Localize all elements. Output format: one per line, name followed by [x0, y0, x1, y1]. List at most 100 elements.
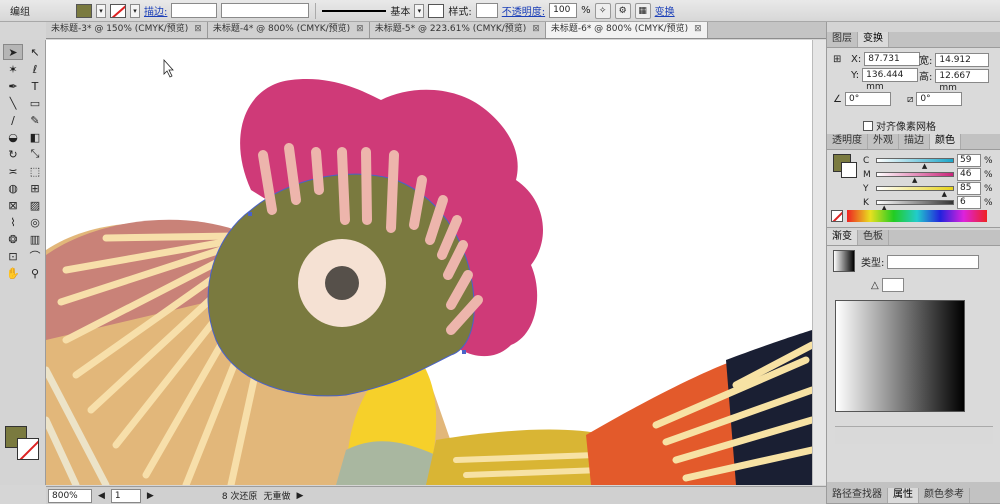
column-graph-tool-icon[interactable]: ▥: [25, 231, 45, 247]
none-color-icon[interactable]: [831, 210, 843, 222]
zoom-field[interactable]: 800%: [48, 488, 92, 503]
gear-icon[interactable]: ⚙: [614, 2, 631, 19]
graphic-style-swatch[interactable]: [428, 3, 445, 18]
opacity-input[interactable]: 100: [549, 3, 578, 18]
transform-link[interactable]: 变换: [655, 3, 675, 18]
stroke-none-swatch[interactable]: [110, 3, 126, 18]
gradient-preview[interactable]: [835, 300, 965, 412]
stroke-color-box[interactable]: [17, 438, 39, 460]
gradient-type-select[interactable]: [887, 254, 980, 269]
doc-tab-6[interactable]: 未标题-6* @ 800% (CMYK/预览) ⊠: [545, 22, 708, 38]
tab-color[interactable]: 颜色: [930, 134, 961, 149]
opacity-link[interactable]: 不透明度:: [502, 3, 545, 18]
close-icon[interactable]: ⊠: [356, 22, 364, 38]
slice-tool-icon[interactable]: ⌒: [25, 248, 45, 264]
rectangle-tool-icon[interactable]: ▭: [25, 95, 45, 111]
channel-slider[interactable]: ▲: [876, 200, 954, 212]
scale-tool-icon[interactable]: ⤡: [25, 146, 45, 162]
nav-next-icon[interactable]: ▶: [147, 491, 154, 501]
artboard-canvas[interactable]: [46, 40, 812, 485]
doc-tab-4[interactable]: 未标题-4* @ 800% (CMYK/预览) ⊠: [207, 22, 370, 38]
brush-label[interactable]: 基本: [390, 3, 410, 18]
free-transform-tool-icon[interactable]: ⬚: [25, 163, 45, 179]
channel-slider[interactable]: ▲: [876, 186, 954, 198]
paintbrush-tool-icon[interactable]: ∕: [3, 112, 23, 128]
page-field[interactable]: 1: [110, 488, 141, 503]
fill-color-swatch[interactable]: [76, 3, 92, 18]
width-input[interactable]: 14.912 mm: [935, 52, 990, 77]
rotate-tool-icon[interactable]: ↻: [3, 146, 23, 162]
tab-stroke[interactable]: 描边: [899, 134, 930, 149]
artboard-tool-icon[interactable]: ⊡: [3, 248, 23, 264]
y-input[interactable]: 136.444 mm: [862, 68, 919, 92]
tab-transform[interactable]: 变换: [858, 32, 889, 47]
close-icon[interactable]: ⊠: [194, 22, 202, 38]
line-tool-icon[interactable]: ╲: [3, 95, 23, 111]
shape-builder-tool-icon[interactable]: ◍: [3, 180, 23, 196]
mesh-tool-icon[interactable]: ⊠: [3, 197, 23, 213]
height-input[interactable]: 12.667 mm: [935, 68, 990, 93]
direct-selection-tool-icon[interactable]: ↖: [25, 44, 45, 60]
tab-transparency[interactable]: 透明度: [827, 134, 868, 149]
vertical-scrollbar[interactable]: [812, 40, 826, 485]
gradient-slider[interactable]: [835, 426, 993, 444]
channel-value[interactable]: 85: [957, 182, 981, 195]
selection-tool-icon[interactable]: ➤: [3, 44, 23, 60]
perspective-grid-tool-icon[interactable]: ⊞: [25, 180, 45, 196]
tab-gradient[interactable]: 渐变: [827, 230, 858, 245]
channel-value[interactable]: 46: [957, 168, 981, 181]
type-tool-icon[interactable]: T: [25, 78, 45, 94]
angle-input[interactable]: 0°: [844, 92, 891, 106]
brush-preview[interactable]: [322, 9, 387, 12]
doc-tab-5[interactable]: 未标题-5* @ 223.61% (CMYK/预览) ⊠: [369, 22, 546, 38]
align-pixel-checkbox[interactable]: [863, 120, 873, 131]
gradient-thumbnail[interactable]: [833, 250, 855, 272]
align-icon[interactable]: ▦: [634, 2, 651, 19]
close-icon[interactable]: ⊠: [694, 22, 702, 38]
lasso-tool-icon[interactable]: ℓ: [25, 61, 45, 77]
recolor-icon[interactable]: ✧: [594, 2, 611, 19]
gradient-angle-input[interactable]: [881, 278, 904, 292]
stroke-dropdown[interactable]: ▾: [130, 3, 140, 18]
doc-tab-3[interactable]: 未标题-3* @ 150% (CMYK/预览) ⊠: [46, 22, 208, 38]
brush-dropdown[interactable]: ▾: [414, 3, 425, 18]
tab-pathfinder[interactable]: 路径查找器: [827, 488, 888, 503]
tab-attributes[interactable]: 属性: [888, 488, 919, 503]
eraser-tool-icon[interactable]: ◧: [25, 129, 45, 145]
tab-swatches[interactable]: 色板: [858, 230, 889, 245]
channel-value[interactable]: 59: [957, 154, 981, 167]
pencil-tool-icon[interactable]: ✎: [25, 112, 45, 128]
channel-slider[interactable]: ▲: [876, 158, 954, 170]
tab-appearance[interactable]: 外观: [868, 134, 899, 149]
pen-tool-icon[interactable]: ✒: [3, 78, 23, 94]
status-arrow-icon[interactable]: ▶: [296, 491, 303, 501]
gradient-tool-icon[interactable]: ▨: [25, 197, 45, 213]
color-spectrum[interactable]: [847, 210, 987, 222]
variable-width-profile[interactable]: [221, 3, 310, 18]
tab-color-guide[interactable]: 颜色参考: [919, 488, 970, 503]
zoom-tool-icon[interactable]: ⚲: [25, 265, 45, 281]
channel-slider[interactable]: ▲: [876, 172, 954, 184]
close-icon[interactable]: ⊠: [532, 22, 540, 38]
channel-unit: %: [984, 197, 993, 208]
fill-dropdown[interactable]: ▾: [96, 3, 106, 18]
nav-prev-icon[interactable]: ◀: [98, 491, 105, 501]
reference-point-icon[interactable]: ⊞: [833, 54, 841, 65]
stroke-link[interactable]: 描边:: [144, 3, 167, 18]
hand-tool-icon[interactable]: ✋: [3, 265, 23, 281]
x-input[interactable]: 87.731 mm: [864, 52, 921, 76]
blob-brush-tool-icon[interactable]: ◒: [3, 129, 23, 145]
bottom-panel: 路径查找器 属性 颜色参考: [827, 482, 1000, 504]
symbol-sprayer-tool-icon[interactable]: ❂: [3, 231, 23, 247]
channel-unit: %: [984, 155, 993, 166]
shear-input[interactable]: 0°: [916, 92, 963, 106]
blend-tool-icon[interactable]: ◎: [25, 214, 45, 230]
tab-layers[interactable]: 图层: [827, 32, 858, 47]
channel-value[interactable]: 6: [957, 196, 981, 209]
current-stroke-swatch[interactable]: [841, 162, 857, 178]
eyedropper-tool-icon[interactable]: ⌇: [3, 214, 23, 230]
magic-wand-tool-icon[interactable]: ✶: [3, 61, 23, 77]
width-tool-icon[interactable]: ≍: [3, 163, 23, 179]
style-picker[interactable]: [475, 3, 498, 18]
stroke-weight-field[interactable]: [171, 3, 218, 18]
